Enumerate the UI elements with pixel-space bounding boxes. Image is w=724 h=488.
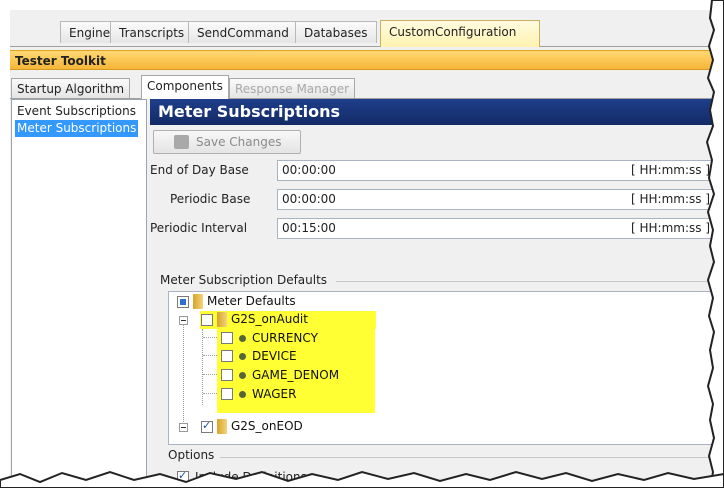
meter-defaults-group-header: Meter Subscription Defaults bbox=[160, 273, 718, 287]
periodic-base-label: Periodic Base bbox=[170, 192, 251, 206]
sub-tab-strip: Startup Algorithm Components Response Ma… bbox=[10, 74, 718, 99]
app-window: Engine Transcripts SendCommand Databases… bbox=[10, 10, 718, 488]
tab-label: Response Manager bbox=[235, 82, 350, 96]
group-checkbox-checked[interactable] bbox=[201, 419, 213, 433]
tab-response-manager: Response Manager bbox=[229, 78, 356, 98]
meter-dot-icon bbox=[239, 335, 246, 342]
tree-line bbox=[203, 393, 217, 394]
tree-line bbox=[203, 355, 217, 356]
list-item-label: Event Subscriptions bbox=[17, 104, 137, 118]
tab-label: Databases bbox=[304, 26, 368, 40]
group-header-label: Meter Subscription Defaults bbox=[160, 273, 328, 287]
field-value: 00:15:00 bbox=[282, 221, 336, 235]
child-checkbox[interactable] bbox=[221, 369, 233, 381]
child-checkbox[interactable] bbox=[221, 350, 233, 362]
unit-label: [ HH:mm:ss ] bbox=[631, 221, 711, 235]
field-value: 00:00:00 bbox=[282, 192, 336, 206]
tree-node-device[interactable]: DEVICE bbox=[252, 347, 297, 365]
tab-transcripts[interactable]: Transcripts bbox=[110, 21, 194, 43]
tree-node-wager[interactable]: WAGER bbox=[252, 385, 296, 403]
tab-label: Components bbox=[147, 79, 223, 93]
tab-label: SendCommand bbox=[197, 26, 289, 40]
toolkit-title: Tester Toolkit bbox=[15, 54, 106, 68]
tab-label: CustomConfiguration bbox=[389, 25, 517, 39]
tab-sendcommand[interactable]: SendCommand bbox=[188, 21, 298, 43]
tree-node-game-denom[interactable]: GAME_DENOM bbox=[252, 366, 339, 384]
tab-databases[interactable]: Databases bbox=[295, 21, 377, 43]
collapse-icon[interactable] bbox=[179, 316, 188, 325]
panel-title: Meter Subscriptions bbox=[150, 99, 718, 125]
folder-icon bbox=[217, 312, 227, 327]
list-item-label: Meter Subscriptions bbox=[17, 121, 137, 135]
meter-dot-icon bbox=[239, 391, 246, 398]
tab-components[interactable]: Components bbox=[141, 75, 229, 99]
save-icon bbox=[174, 135, 189, 149]
tab-label: Engine bbox=[69, 26, 111, 40]
divider bbox=[336, 281, 716, 282]
end-of-day-base-label: End of Day Base bbox=[150, 163, 249, 177]
tree-line bbox=[203, 374, 217, 375]
list-item-meter-subscriptions[interactable]: Meter Subscriptions bbox=[15, 120, 139, 137]
meter-defaults-tree: Meter Defaults G2S_onAudit CURRENCY DEVI… bbox=[168, 291, 718, 445]
tab-label: Transcripts bbox=[119, 26, 185, 40]
tab-customconfiguration[interactable]: CustomConfiguration bbox=[380, 20, 540, 47]
save-changes-button[interactable]: Save Changes bbox=[153, 130, 301, 154]
meter-subscriptions-panel: Meter Subscriptions Save Changes End of … bbox=[150, 99, 718, 488]
tab-startup-algorithm[interactable]: Startup Algorithm bbox=[11, 78, 131, 98]
unit-label: [ HH:mm:ss ] bbox=[631, 192, 711, 206]
group-checkbox[interactable] bbox=[201, 314, 213, 326]
child-checkbox[interactable] bbox=[221, 332, 233, 344]
component-list: Event Subscriptions Meter Subscriptions bbox=[11, 99, 147, 488]
list-item-event-subscriptions[interactable]: Event Subscriptions bbox=[15, 103, 138, 120]
periodic-interval-label: Periodic Interval bbox=[150, 221, 248, 235]
tree-node-g2s-onaudit[interactable]: G2S_onAudit bbox=[231, 310, 308, 328]
folder-icon bbox=[193, 294, 203, 309]
tree-node-meter-defaults[interactable]: Meter Defaults bbox=[207, 292, 296, 310]
unit-label: [ HH:mm:ss ] bbox=[631, 163, 711, 177]
meter-dot-icon bbox=[239, 372, 246, 379]
folder-icon bbox=[217, 419, 227, 434]
meter-dot-icon bbox=[239, 353, 246, 360]
tree-line bbox=[203, 337, 217, 338]
child-checkbox[interactable] bbox=[221, 388, 233, 400]
torn-edge-right bbox=[705, 0, 724, 488]
torn-edge-bottom bbox=[0, 470, 724, 488]
tree-node-g2s-oneod[interactable]: G2S_onEOD bbox=[231, 417, 303, 435]
save-button-label: Save Changes bbox=[196, 135, 282, 149]
root-checkbox[interactable] bbox=[177, 296, 189, 308]
tree-line bbox=[183, 316, 184, 428]
tab-label: Startup Algorithm bbox=[17, 82, 125, 96]
tree-node-currency[interactable]: CURRENCY bbox=[252, 329, 318, 347]
field-value: 00:00:00 bbox=[282, 163, 336, 177]
top-tab-strip: Engine Transcripts SendCommand Databases… bbox=[10, 10, 718, 47]
toolkit-header: Tester Toolkit bbox=[10, 50, 718, 70]
collapse-icon[interactable] bbox=[179, 423, 188, 432]
